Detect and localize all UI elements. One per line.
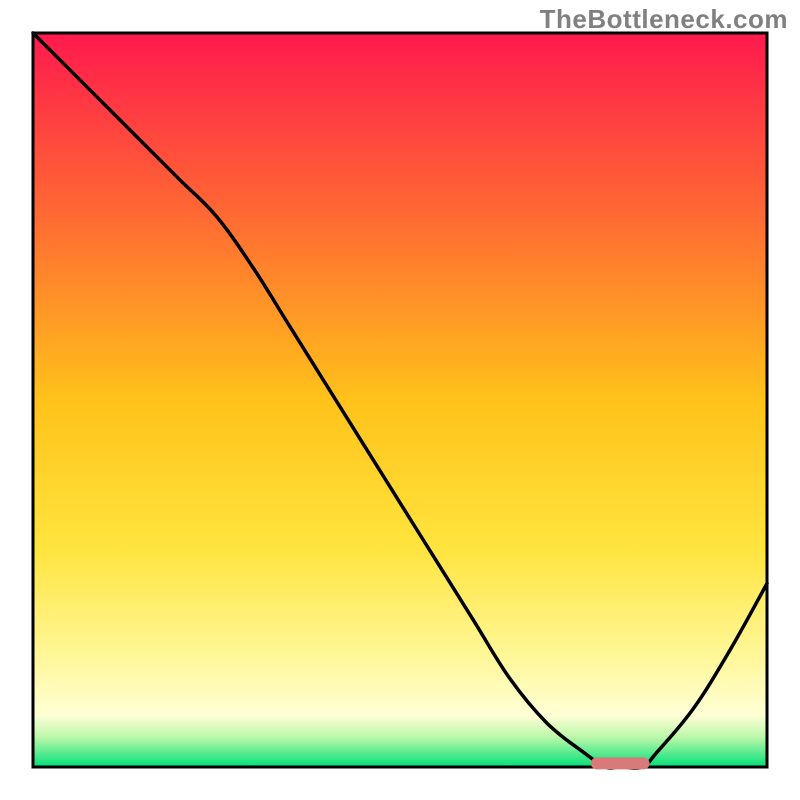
watermark-text: TheBottleneck.com bbox=[540, 4, 788, 35]
chart-container: TheBottleneck.com bbox=[0, 0, 800, 800]
bottleneck-chart bbox=[0, 0, 800, 800]
trough-marker bbox=[591, 757, 650, 769]
